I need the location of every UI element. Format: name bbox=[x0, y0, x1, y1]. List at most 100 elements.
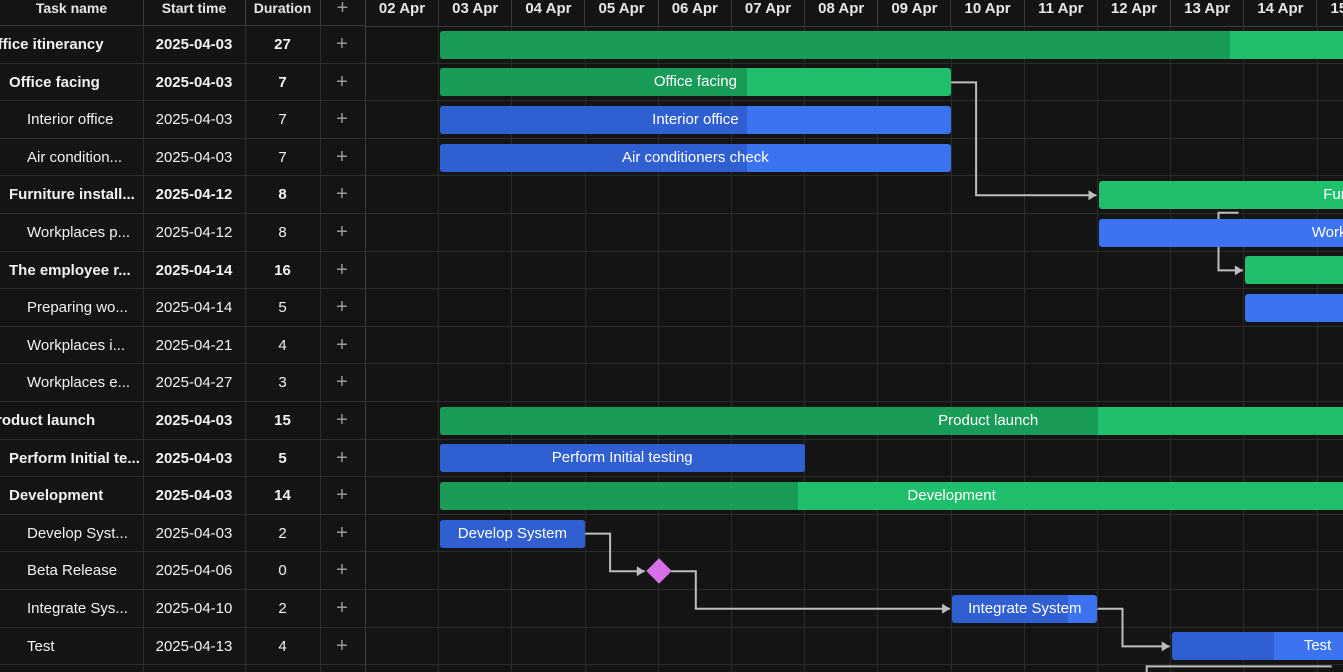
task-row[interactable]: Furniture install... 2025-04-12 8 + bbox=[0, 176, 365, 214]
summary-bar[interactable]: Office facing bbox=[439, 68, 952, 97]
link-arrow-icon bbox=[1234, 265, 1243, 276]
task-row[interactable]: Development 2025-04-03 14 + bbox=[0, 477, 365, 515]
dependency-links bbox=[585, 81, 1332, 672]
column-header-add[interactable]: + bbox=[320, 0, 365, 26]
task-bar[interactable]: Workplaces preparation bbox=[1098, 218, 1343, 247]
plus-icon[interactable]: + bbox=[320, 252, 364, 290]
bar-label: Perform Initial testing bbox=[551, 449, 693, 467]
task-duration-cell: 27 bbox=[274, 36, 291, 53]
dependency-link[interactable] bbox=[585, 532, 645, 573]
dependency-link[interactable] bbox=[670, 570, 951, 610]
bar-label: Develop System bbox=[457, 524, 567, 542]
task-name-cell: Office facing bbox=[9, 73, 100, 91]
task-bar[interactable]: Integrate System bbox=[952, 594, 1098, 623]
task-bar[interactable]: Develop System bbox=[439, 519, 586, 548]
task-bar[interactable]: Interior office bbox=[439, 106, 952, 134]
task-row[interactable]: Office itinerancy 2025-04-03 27 + bbox=[0, 26, 365, 64]
task-row[interactable]: Product launch 2025-04-03 15 + bbox=[0, 402, 365, 440]
task-row[interactable]: Beta Release 2025-04-06 0 + bbox=[0, 552, 365, 590]
task-row[interactable]: Integrate Sys... 2025-04-10 2 + bbox=[0, 590, 365, 628]
task-duration-cell: 7 bbox=[278, 148, 287, 166]
task-bar[interactable]: Test bbox=[1171, 632, 1343, 661]
task-row[interactable]: Workplaces e... 2025-04-27 3 + bbox=[0, 364, 365, 402]
dependency-link[interactable] bbox=[1097, 607, 1170, 648]
task-bar[interactable] bbox=[1244, 294, 1343, 322]
task-row[interactable]: Test 2025-04-13 4 + bbox=[0, 628, 365, 666]
task-duration-cell: 3 bbox=[278, 374, 287, 392]
task-duration-cell: 7 bbox=[278, 73, 287, 91]
task-duration-cell: 2 bbox=[278, 524, 287, 542]
column-header-start[interactable]: Start time bbox=[143, 0, 245, 26]
task-row[interactable]: Air condition... 2025-04-03 7 + bbox=[0, 139, 365, 177]
column-header-duration[interactable]: Duration bbox=[245, 0, 320, 26]
column-resizer[interactable] bbox=[143, 0, 144, 26]
summary-bar[interactable]: Product launch bbox=[439, 406, 1343, 435]
task-name-cell: Workplaces p... bbox=[27, 224, 131, 241]
task-start-cell: 2025-04-03 bbox=[155, 487, 233, 505]
column-resizer[interactable] bbox=[245, 0, 246, 26]
plus-icon[interactable]: + bbox=[320, 590, 364, 628]
task-start-cell: 2025-04-12 bbox=[155, 186, 233, 204]
dependency-link[interactable] bbox=[1145, 665, 1332, 672]
task-row[interactable]: Perform Initial te... 2025-04-03 5 + bbox=[0, 440, 365, 478]
plus-icon[interactable]: + bbox=[320, 64, 364, 102]
task-start-cell: 2025-04-10 bbox=[155, 600, 233, 617]
column-divider bbox=[320, 26, 321, 672]
bar-label: Product launch bbox=[938, 411, 1039, 429]
task-row[interactable]: Interior office 2025-04-03 7 + bbox=[0, 101, 365, 139]
plus-icon[interactable]: + bbox=[320, 26, 364, 64]
task-duration-cell: 8 bbox=[278, 224, 287, 241]
bar-label: Office facing bbox=[653, 73, 737, 91]
column-divider bbox=[245, 26, 246, 672]
plus-icon[interactable]: + bbox=[320, 139, 364, 177]
task-row[interactable]: Workplaces p... 2025-04-12 8 + bbox=[0, 214, 365, 252]
column-header-name[interactable]: Task name bbox=[0, 0, 143, 26]
task-name-cell: Office itinerancy bbox=[0, 36, 104, 53]
task-duration-cell: 15 bbox=[274, 412, 291, 429]
task-row[interactable]: Workplaces i... 2025-04-21 4 + bbox=[0, 327, 365, 365]
task-name-cell: Air condition... bbox=[27, 148, 123, 166]
task-duration-cell: 4 bbox=[278, 637, 287, 655]
task-start-cell: 2025-04-03 bbox=[155, 36, 233, 53]
task-row[interactable]: Office facing 2025-04-03 7 + bbox=[0, 64, 365, 102]
summary-bar[interactable] bbox=[1244, 256, 1343, 285]
plus-icon[interactable]: + bbox=[320, 364, 364, 402]
task-row[interactable]: Preparing wo... 2025-04-14 5 + bbox=[0, 289, 365, 327]
plus-icon[interactable]: + bbox=[320, 628, 364, 666]
task-name-cell: Preparing wo... bbox=[27, 299, 128, 317]
summary-bar[interactable] bbox=[439, 30, 1343, 59]
task-row[interactable]: Develop Syst... 2025-04-03 2 + bbox=[0, 515, 365, 553]
task-name-cell: Furniture install... bbox=[9, 186, 135, 204]
column-resizer[interactable] bbox=[320, 0, 321, 26]
task-bar[interactable]: Air conditioners check bbox=[439, 143, 952, 172]
plus-icon[interactable]: + bbox=[320, 440, 364, 478]
bar-label: Integrate System bbox=[968, 599, 1082, 617]
task-name-cell: Develop Syst... bbox=[27, 524, 128, 542]
task-start-cell: 2025-04-14 bbox=[155, 261, 233, 279]
plus-icon[interactable]: + bbox=[320, 327, 364, 365]
summary-bar[interactable]: Development bbox=[439, 482, 1343, 510]
bar-label bbox=[1245, 294, 1343, 322]
bar-label: Test bbox=[1303, 637, 1332, 655]
plus-icon[interactable]: + bbox=[320, 477, 364, 515]
task-start-cell: 2025-04-03 bbox=[155, 73, 233, 91]
task-name-cell: Test bbox=[27, 637, 55, 655]
plus-icon[interactable]: + bbox=[320, 402, 364, 440]
plus-icon[interactable]: + bbox=[320, 176, 364, 214]
summary-bar[interactable]: Furniture installation bbox=[1098, 181, 1343, 210]
plus-icon[interactable]: + bbox=[320, 515, 364, 553]
task-duration-cell: 14 bbox=[274, 487, 291, 505]
link-arrow-icon bbox=[942, 603, 951, 614]
plus-icon[interactable]: + bbox=[320, 552, 364, 590]
task-start-cell: 2025-04-03 bbox=[155, 412, 233, 429]
task-start-cell: 2025-04-12 bbox=[155, 224, 233, 241]
task-start-cell: 2025-04-14 bbox=[155, 299, 233, 317]
task-row[interactable]: The employee r... 2025-04-14 16 + bbox=[0, 252, 365, 290]
task-bar[interactable]: Perform Initial testing bbox=[439, 444, 805, 473]
link-arrow-icon bbox=[1161, 641, 1170, 652]
task-name-cell: Perform Initial te... bbox=[9, 449, 140, 467]
plus-icon[interactable]: + bbox=[320, 289, 364, 327]
plus-icon[interactable]: + bbox=[320, 214, 364, 252]
dependency-link[interactable] bbox=[951, 81, 1097, 197]
plus-icon[interactable]: + bbox=[320, 101, 364, 139]
